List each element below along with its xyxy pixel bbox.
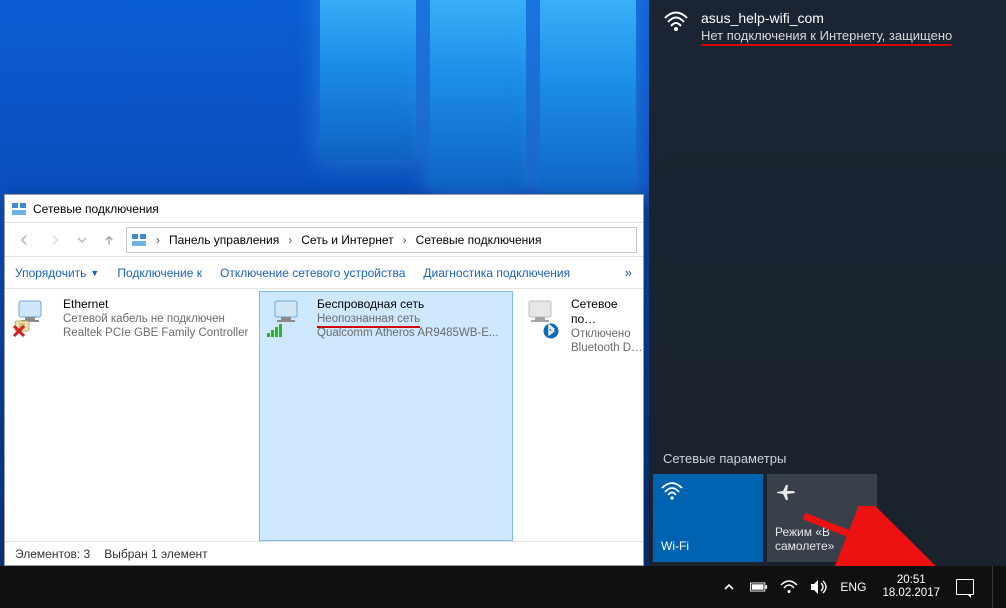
battery-icon[interactable] <box>750 578 768 596</box>
taskbar: ENG 20:51 18.02.2017 <box>0 566 1006 608</box>
connect-to-button[interactable]: Подключение к <box>117 266 202 280</box>
status-item-count: Элементов: 3 <box>15 547 90 561</box>
flyout-status: Нет подключения к Интернету, защищено <box>701 28 952 46</box>
connection-status: Отключено <box>571 327 643 341</box>
bluetooth-icon <box>543 323 559 339</box>
window-statusbar: Элементов: 3 Выбран 1 элемент <box>5 541 643 565</box>
connection-name: Сетевое по… <box>571 297 643 327</box>
connection-name: Ethernet <box>63 297 248 312</box>
network-panel-icon <box>131 232 147 248</box>
connection-item-ethernet[interactable]: Ethernet Сетевой кабель не подключен Rea… <box>5 291 259 541</box>
network-adapter-icon <box>521 297 561 337</box>
breadcrumb-segment[interactable]: Панель управления <box>165 233 283 247</box>
flyout-ssid: asus_help-wifi_com <box>701 10 952 26</box>
tile-airplane-mode[interactable]: Режим «В самолете» <box>767 474 877 562</box>
connection-status: Сетевой кабель не подключен <box>63 312 248 326</box>
connection-item-wireless[interactable]: Беспроводная сеть Неопознанная сеть Qual… <box>259 291 513 541</box>
desktop-wallpaper: help-wifi.com help-wifi.com Сетевые подк… <box>0 0 1006 608</box>
window-titlebar[interactable]: Сетевые подключения <box>5 195 643 223</box>
connection-item-bluetooth[interactable]: Сетевое по… Отключено Bluetooth D… <box>513 291 643 541</box>
breadcrumb-segment[interactable]: Сетевые подключения <box>412 233 546 247</box>
diagnose-button[interactable]: Диагностика подключения <box>423 266 570 280</box>
organize-menu[interactable]: Упорядочить▼ <box>15 266 99 280</box>
connections-list: Ethernet Сетевой кабель не подключен Rea… <box>5 289 643 541</box>
flyout-current-network[interactable]: asus_help-wifi_com Нет подключения к Инт… <box>649 0 1006 54</box>
signal-bars-icon <box>267 323 285 337</box>
address-bar[interactable]: › Панель управления › Сеть и Интернет › … <box>126 227 637 253</box>
wifi-tray-icon[interactable] <box>780 578 798 596</box>
tray-clock[interactable]: 20:51 18.02.2017 <box>878 574 944 600</box>
clock-time: 20:51 <box>897 574 926 587</box>
tile-wifi[interactable]: Wi-Fi <box>653 474 763 562</box>
chevron-down-icon: ▼ <box>90 268 99 278</box>
command-bar: Упорядочить▼ Подключение к Отключение се… <box>5 257 643 289</box>
ethernet-icon <box>13 297 53 337</box>
disable-device-button[interactable]: Отключение сетевого устройства <box>220 266 405 280</box>
wifi-icon <box>663 10 689 32</box>
system-tray: ENG 20:51 18.02.2017 <box>710 566 1006 608</box>
nav-back-button[interactable] <box>11 227 37 253</box>
network-connections-window: Сетевые подключения › Панель управления … <box>4 194 644 566</box>
breadcrumb-segment[interactable]: Сеть и Интернет <box>297 233 397 247</box>
nav-up-button[interactable] <box>96 227 122 253</box>
status-selection: Выбран 1 элемент <box>104 547 207 561</box>
network-flyout: asus_help-wifi_com Нет подключения к Инт… <box>649 0 1006 566</box>
addressbar-row: › Панель управления › Сеть и Интернет › … <box>5 223 643 257</box>
airplane-icon <box>775 482 797 502</box>
connection-name: Беспроводная сеть <box>317 297 499 312</box>
volume-icon[interactable] <box>810 578 828 596</box>
language-indicator[interactable]: ENG <box>840 581 866 593</box>
action-center-icon[interactable] <box>956 578 974 596</box>
wallpaper-light-bars <box>320 0 636 200</box>
connection-adapter: Realtek PCIe GBE Family Controller <box>63 326 248 340</box>
chevron-right-icon: › <box>400 233 410 247</box>
tray-overflow-chevron-icon[interactable] <box>720 578 738 596</box>
clock-date: 18.02.2017 <box>882 587 940 600</box>
network-panel-icon <box>11 201 27 217</box>
show-desktop-button[interactable] <box>992 566 1000 608</box>
window-title: Сетевые подключения <box>33 202 159 216</box>
tile-label: Режим «В самолете» <box>775 526 869 554</box>
flyout-section-label[interactable]: Сетевые параметры <box>649 451 1006 474</box>
connection-adapter: Qualcomm Atheros AR9485WB-E... <box>317 326 499 340</box>
wireless-icon <box>267 297 307 337</box>
nav-recent-button[interactable] <box>73 227 91 253</box>
tile-label: Wi-Fi <box>661 540 689 554</box>
chevron-right-icon: › <box>285 233 295 247</box>
wifi-icon <box>661 482 683 502</box>
overflow-chevrons-icon[interactable]: » <box>625 265 633 280</box>
nav-forward-button[interactable] <box>42 227 68 253</box>
connection-adapter: Bluetooth D… <box>571 341 643 355</box>
flyout-quick-tiles: Wi-Fi Режим «В самолете» <box>649 474 1006 566</box>
chevron-right-icon: › <box>153 233 163 247</box>
error-x-icon <box>11 323 27 339</box>
